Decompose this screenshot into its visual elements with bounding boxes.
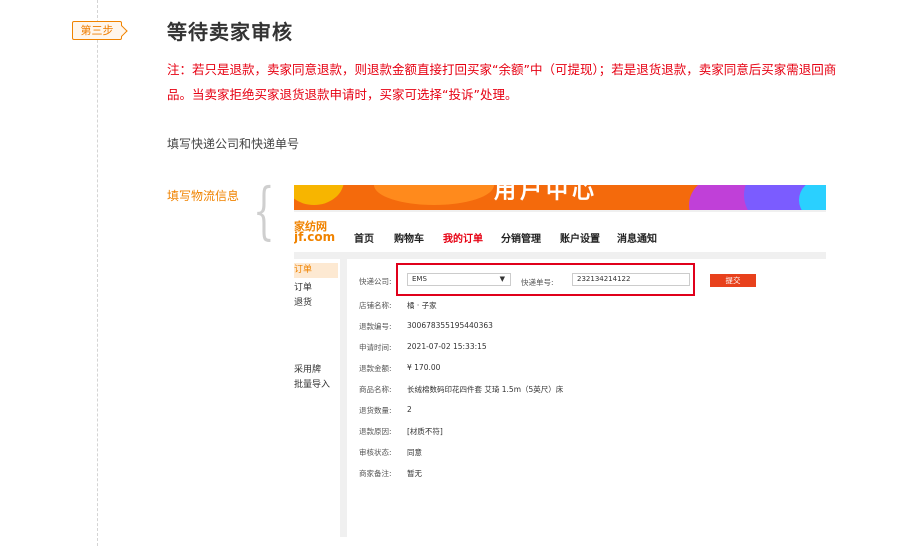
logistics-label: 填写物流信息 <box>167 189 240 203</box>
sidebar: 订单 订单 退货 采用牌 批量导入 <box>294 259 340 537</box>
instruction-text: 填写快递公司和快递单号 <box>167 137 300 151</box>
detail-label: 退款原因: <box>359 427 392 436</box>
refund-detail-panel: 快递公司: EMS ▼ 快递单号: 232134214122 提交 店铺名称: … <box>347 259 826 537</box>
logo-line2: jf.com <box>294 230 336 244</box>
dropdown-arrow-icon: ▼ <box>499 275 505 283</box>
tracking-label: 快递单号: <box>521 278 554 287</box>
timeline-line <box>97 0 98 546</box>
detail-label: 店铺名称: <box>359 301 392 310</box>
nav-distribution[interactable]: 分销管理 <box>501 230 541 245</box>
sidebar-item-bulk-import[interactable]: 批量导入 <box>294 377 330 390</box>
detail-value: 2021-07-02 15:33:15 <box>407 342 487 351</box>
nav-account-settings[interactable]: 账户设置 <box>560 230 600 245</box>
detail-value: 同意 <box>407 448 422 457</box>
embedded-screenshot: 用户中心 家纺网 jf.com 首页 购物车 我的订单 分销管理 账户设置 消息… <box>294 185 826 537</box>
detail-label: 商家备注: <box>359 469 392 478</box>
company-label: 快递公司: <box>359 277 392 286</box>
company-value: EMS <box>412 275 427 283</box>
detail-value: 2 <box>407 405 412 414</box>
tracking-input[interactable]: 232134214122 <box>572 273 690 286</box>
banner-title: 用户中心 <box>494 185 599 204</box>
detail-label: 商品名称: <box>359 385 392 394</box>
detail-value: 长绒棉数码印花四件套 艾琦 1.5m（5英尺）床 <box>407 385 564 394</box>
detail-value: ¥ 170.00 <box>407 363 441 372</box>
step-title: 等待卖家审核 <box>167 20 293 44</box>
sidebar-item-brand[interactable]: 采用牌 <box>294 362 321 375</box>
nav-cart[interactable]: 购物车 <box>394 230 424 245</box>
nav-home[interactable]: 首页 <box>354 230 374 245</box>
sidebar-item-orders-active[interactable]: 订单 <box>294 263 338 278</box>
detail-value: [材质不符] <box>407 427 443 436</box>
detail-label: 审核状态: <box>359 448 392 457</box>
detail-label: 退款金额: <box>359 364 392 373</box>
nav-notifications[interactable]: 消息通知 <box>617 230 657 245</box>
user-center-banner: 用户中心 <box>294 185 826 210</box>
submit-button[interactable]: 提交 <box>710 274 756 287</box>
nav-my-orders[interactable]: 我的订单 <box>443 230 483 245</box>
step-badge: 第三步 <box>72 21 122 40</box>
brace-icon: { <box>253 174 275 247</box>
detail-value: 橘 · 子家 <box>407 301 437 310</box>
detail-label: 申请时间: <box>359 343 392 352</box>
warning-note: 注：若只是退款，卖家同意退款，则退款金额直接打回买家“余额”中（可提现）；若是退… <box>167 62 837 102</box>
sidebar-item-orders[interactable]: 订单 <box>294 280 312 293</box>
sidebar-item-returns[interactable]: 退货 <box>294 295 312 308</box>
detail-label: 退货数量: <box>359 406 392 415</box>
detail-value: 300678355195440363 <box>407 321 493 330</box>
site-logo[interactable]: 家纺网 jf.com <box>294 221 335 243</box>
company-select[interactable]: EMS ▼ <box>407 273 511 286</box>
detail-value: 暂无 <box>407 469 422 478</box>
detail-label: 退款编号: <box>359 322 392 331</box>
